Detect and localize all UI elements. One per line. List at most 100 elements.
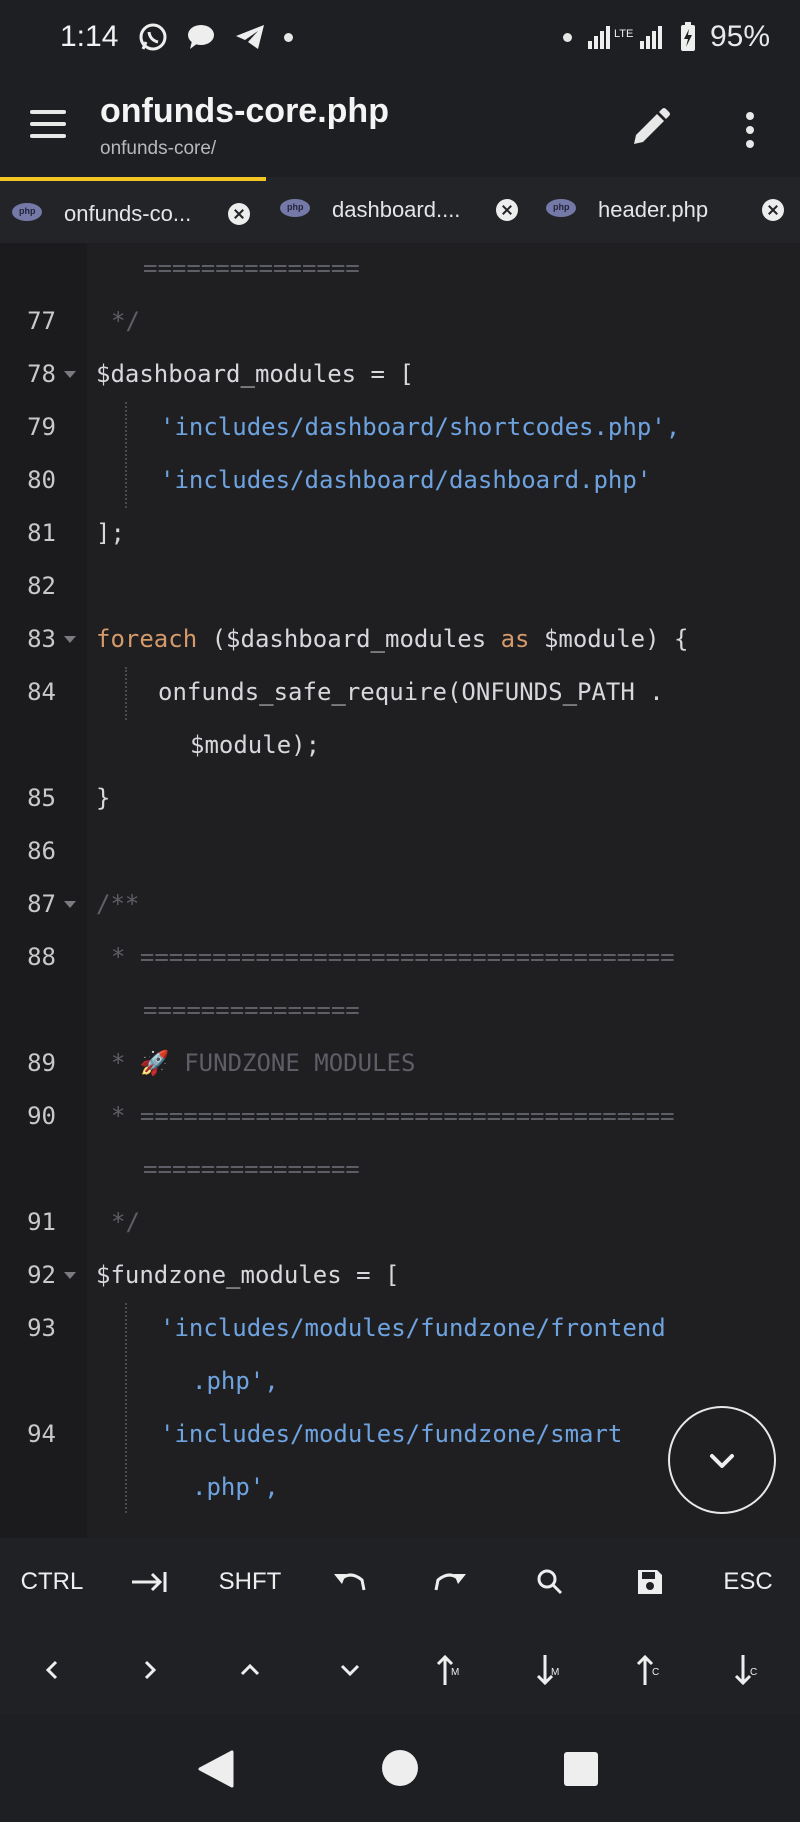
tab-key[interactable]: [100, 1538, 200, 1626]
line-number: 93: [27, 1314, 56, 1342]
move-down-m-key[interactable]: M: [500, 1626, 600, 1714]
tab-onfunds-core[interactable]: onfunds-co...: [0, 177, 266, 243]
code-text: */: [111, 1208, 140, 1236]
code-text: */: [111, 307, 140, 335]
lte-label: LTE: [614, 28, 633, 40]
redo-button[interactable]: [400, 1538, 500, 1626]
more-vert-icon[interactable]: [740, 108, 760, 152]
line-number: 85: [27, 784, 56, 812]
code-text: * =====================================: [111, 1102, 675, 1130]
ctrl-key[interactable]: CTRL: [2, 1538, 102, 1626]
tab-label: header.php: [598, 197, 709, 222]
code-line: ===============: [0, 1144, 800, 1197]
code-text: ($dashboard_modules: [197, 625, 501, 653]
code-line: 79 'includes/dashboard/shortcodes.php',: [0, 402, 800, 455]
fold-arrow-icon[interactable]: [64, 636, 76, 643]
close-tab-icon[interactable]: [496, 199, 518, 221]
undo-button[interactable]: [300, 1538, 400, 1626]
line-number: 88: [27, 943, 56, 971]
recents-nav-icon[interactable]: [562, 1750, 600, 1788]
arrow-left-icon: [45, 1660, 58, 1680]
php-icon: [280, 199, 310, 217]
esc-key[interactable]: ESC: [698, 1538, 798, 1626]
code-line: 93 'includes/modules/fundzone/frontend: [0, 1303, 800, 1356]
close-tab-icon[interactable]: [228, 203, 250, 225]
code-text: }: [96, 784, 111, 812]
code-text: 'includes/dashboard/shortcodes.php',: [160, 413, 681, 441]
arrow-up-icon: [240, 1663, 260, 1676]
arrow-right-icon: [144, 1660, 157, 1680]
indent-guide: [125, 667, 128, 720]
code-text: 'includes/dashboard/dashboard.php': [160, 466, 652, 494]
code-line: ===============: [0, 985, 800, 1038]
line-number: 80: [27, 466, 56, 494]
indent-guide: [125, 402, 128, 508]
save-button[interactable]: [600, 1538, 700, 1626]
code-text: 'includes/modules/fundzone/frontend: [160, 1314, 666, 1342]
esc-label: ESC: [723, 1568, 773, 1595]
arrow-down-key[interactable]: [300, 1626, 400, 1714]
move-down-c-icon: C: [734, 1655, 757, 1686]
line-number: 94: [27, 1420, 56, 1448]
code-line: 82: [0, 561, 800, 614]
shft-label: SHFT: [218, 1568, 282, 1595]
shift-key[interactable]: SHFT: [200, 1538, 300, 1626]
code-line: .php',: [0, 1356, 800, 1409]
code-line: 81 ];: [0, 508, 800, 561]
code-line: 86: [0, 826, 800, 879]
code-editor[interactable]: =============== 77 */ 78 $dashboard_modu…: [0, 243, 800, 1538]
arrow-left-key[interactable]: [2, 1626, 102, 1714]
undo-icon: [334, 1573, 366, 1591]
fold-arrow-icon[interactable]: [64, 1272, 76, 1279]
tab-icon: [132, 1572, 167, 1592]
code-line: 78 $dashboard_modules = [: [0, 349, 800, 402]
line-number: 87: [27, 890, 56, 918]
save-icon: [638, 1570, 662, 1594]
code-text: .php',: [192, 1367, 279, 1395]
fold-arrow-icon[interactable]: [64, 901, 76, 908]
code-text: 'includes/modules/fundzone/smart: [160, 1420, 623, 1448]
php-icon: [546, 199, 576, 217]
code-keyword: foreach: [96, 625, 198, 653]
status-bar: 1:14 LTE 95%: [0, 0, 800, 82]
line-number: 91: [27, 1208, 56, 1236]
tab-label: onfunds-co...: [64, 201, 192, 226]
svg-text:C: C: [750, 1667, 757, 1678]
line-number: 83: [27, 625, 56, 653]
code-line: 85 }: [0, 773, 800, 826]
code-text: $dashboard_modules = [: [96, 360, 414, 388]
code-text: ];: [96, 519, 125, 547]
system-nav-bar: [0, 1714, 800, 1822]
redo-icon: [434, 1573, 466, 1591]
ctrl-label: CTRL: [20, 1568, 84, 1595]
edit-pencil-icon[interactable]: [628, 106, 672, 150]
code-line: 88 * ===================================…: [0, 932, 800, 985]
tab-dashboard[interactable]: dashboard....: [266, 177, 532, 243]
home-nav-icon[interactable]: [380, 1748, 420, 1788]
battery-level: 95%: [709, 20, 770, 53]
search-button[interactable]: [500, 1538, 600, 1626]
fold-arrow-icon[interactable]: [64, 371, 76, 378]
signal-icon: LTE: [587, 26, 662, 49]
chevron-down-icon: [710, 1454, 734, 1468]
move-up-c-icon: C: [636, 1654, 659, 1685]
code-text: $fundzone_modules = [: [96, 1261, 400, 1289]
arrow-right-key[interactable]: [100, 1626, 200, 1714]
notification-icons: [138, 22, 293, 52]
arrow-up-key[interactable]: [200, 1626, 300, 1714]
code-line: 91 */: [0, 1197, 800, 1250]
back-nav-icon[interactable]: [196, 1748, 236, 1790]
tab-header[interactable]: header.php: [532, 177, 800, 243]
hamburger-menu-icon[interactable]: [30, 110, 66, 146]
close-tab-icon[interactable]: [762, 199, 784, 221]
battery-charging-icon: [680, 22, 695, 51]
scroll-down-button[interactable]: [668, 1406, 776, 1514]
line-number: 89: [27, 1049, 56, 1077]
move-down-c-key[interactable]: C: [698, 1626, 798, 1714]
code-line: 90 * ===================================…: [0, 1091, 800, 1144]
move-up-m-key[interactable]: M: [400, 1626, 500, 1714]
line-number: 84: [27, 678, 56, 706]
line-number: 82: [27, 572, 56, 600]
line-number: 78: [27, 360, 56, 388]
move-up-c-key[interactable]: C: [600, 1626, 700, 1714]
